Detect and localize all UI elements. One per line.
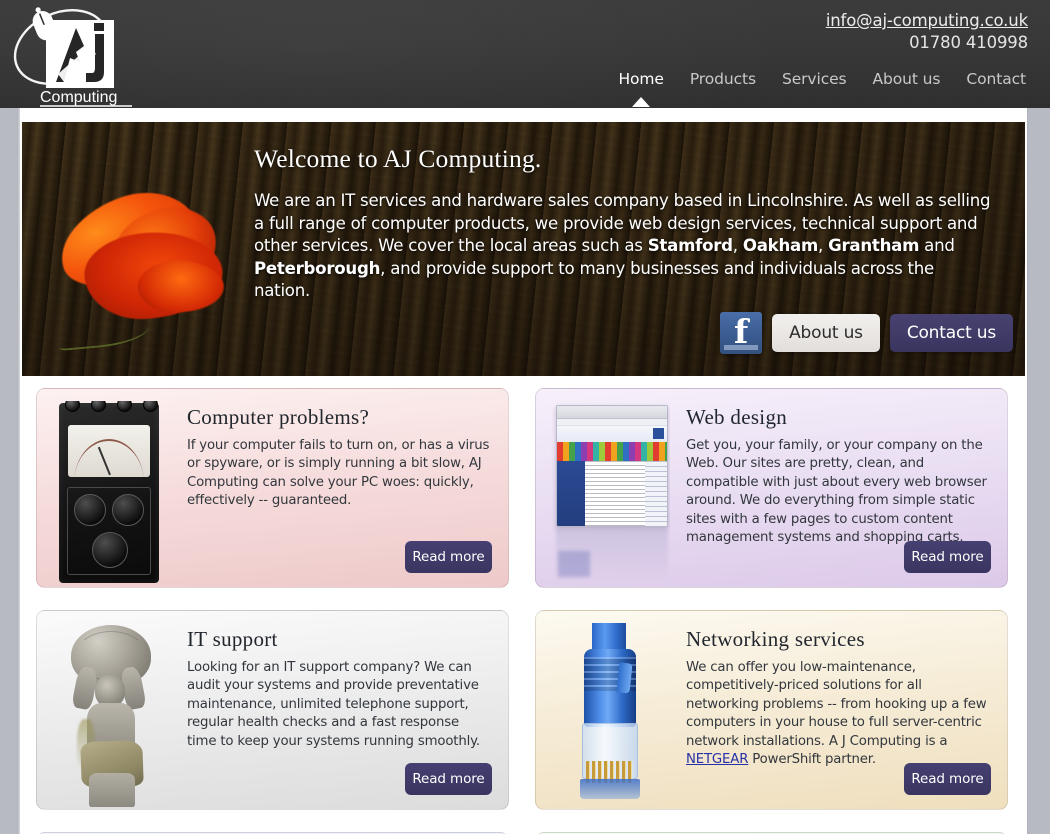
hero-town-oakham: Oakham xyxy=(742,236,819,255)
hero-text-block: Welcome to AJ Computing. We are an IT se… xyxy=(254,144,994,303)
card-body-post: PowerShift partner. xyxy=(748,752,876,768)
card-body: If your computer fails to turn on, or ha… xyxy=(187,438,490,509)
service-card-grid: Computer problems? If your computer fail… xyxy=(36,388,1018,834)
site-header: Computing info@aj-computing.co.uk 01780 … xyxy=(0,0,1050,108)
hero-description: We are an IT services and hardware sales… xyxy=(254,190,994,303)
header-phone: 01780 410998 xyxy=(909,33,1028,52)
aj-computing-logo[interactable]: Computing xyxy=(6,2,156,108)
card-title: Computer problems? xyxy=(187,405,370,429)
card-text-block: IT support Looking for an IT support com… xyxy=(187,625,490,751)
hero-town-stamford: Stamford xyxy=(647,236,733,255)
read-more-button-it-support[interactable]: Read more xyxy=(405,763,492,795)
card-text-block: Web design Get you, your family, or your… xyxy=(686,403,989,547)
hero-town-peterborough: Peterborough xyxy=(254,258,381,278)
netgear-link[interactable]: NETGEAR xyxy=(686,752,748,767)
header-email-link[interactable]: info@aj-computing.co.uk xyxy=(826,10,1028,32)
nav-item-contact[interactable]: Contact xyxy=(964,70,1028,90)
read-more-button-web-design[interactable]: Read more xyxy=(904,541,991,573)
main-navigation: Home Products Services About us Contact xyxy=(616,70,1028,90)
read-more-button-computer-problems[interactable]: Read more xyxy=(405,541,492,573)
browser-viewport: Computing info@aj-computing.co.uk 01780 … xyxy=(0,0,1050,834)
multimeter-image xyxy=(51,401,171,585)
card-computer-problems[interactable]: Computer problems? If your computer fail… xyxy=(36,388,509,588)
nav-item-home[interactable]: Home xyxy=(616,70,665,90)
card-text-block: Networking services We can offer you low… xyxy=(686,625,989,769)
page-content-container: Welcome to AJ Computing. We are an IT se… xyxy=(20,108,1027,834)
hero-banner: Welcome to AJ Computing. We are an IT se… xyxy=(22,122,1025,376)
card-title: Web design xyxy=(686,405,788,429)
read-more-button-networking-services[interactable]: Read more xyxy=(904,763,991,795)
hero-action-row: About us Contact us xyxy=(720,312,1013,354)
card-title: IT support xyxy=(187,627,278,651)
hero-sep-3: and xyxy=(919,236,955,255)
nav-item-products[interactable]: Products xyxy=(688,70,758,90)
hero-contact-us-button[interactable]: Contact us xyxy=(889,314,1013,352)
facebook-icon[interactable] xyxy=(720,312,763,354)
card-body-pre: We can offer you low-maintenance, compet… xyxy=(686,660,987,749)
card-body: Looking for an IT support company? We ca… xyxy=(187,660,480,749)
card-web-design[interactable]: Web design Get you, your family, or your… xyxy=(535,388,1008,588)
logo-wordmark: Computing xyxy=(40,89,117,106)
hero-town-grantham: Grantham xyxy=(828,236,920,255)
logo-graphic: Computing xyxy=(13,7,132,107)
ethernet-cable-image xyxy=(550,623,670,807)
hero-title: Welcome to AJ Computing. xyxy=(254,144,542,173)
nav-item-about-us[interactable]: About us xyxy=(871,70,943,90)
hero-about-us-button[interactable]: About us xyxy=(772,314,880,352)
atlas-statue-image xyxy=(51,623,171,807)
card-text-block: Computer problems? If your computer fail… xyxy=(187,403,490,511)
hero-sep-2: , xyxy=(818,236,829,255)
card-body: Get you, your family, or your company on… xyxy=(686,438,987,546)
card-it-support[interactable]: IT support Looking for an IT support com… xyxy=(36,610,509,810)
page-left-gutter xyxy=(17,108,20,834)
hero-sep-1: , xyxy=(732,236,743,255)
header-contact-block: info@aj-computing.co.uk 01780 410998 xyxy=(826,10,1028,54)
card-title: Networking services xyxy=(686,627,865,651)
card-body: We can offer you low-maintenance, compet… xyxy=(686,659,989,769)
card-networking-services[interactable]: Networking services We can offer you low… xyxy=(535,610,1008,810)
nav-item-services[interactable]: Services xyxy=(780,70,849,90)
website-screenshot-image xyxy=(550,401,670,585)
